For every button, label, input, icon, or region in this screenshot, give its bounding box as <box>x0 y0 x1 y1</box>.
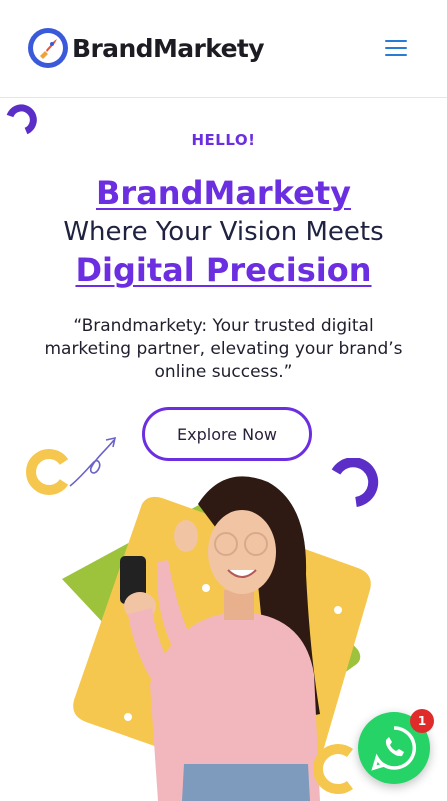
hero-title-line2: Where Your Vision Meets <box>63 217 384 247</box>
brand-logo[interactable]: BrandMarkety <box>27 27 265 69</box>
yellow-arc-decoration-bottom <box>313 744 353 794</box>
hero-title-brand-link[interactable]: BrandMarkety <box>0 174 447 212</box>
explore-now-button[interactable]: Explore Now <box>142 407 312 461</box>
hero-eyebrow: HELLO! <box>191 131 256 149</box>
purple-arc-decoration-left <box>6 104 37 134</box>
hamburger-icon[interactable] <box>385 40 407 58</box>
hero-title-precision-link[interactable]: Digital Precision <box>0 251 447 289</box>
rocket-icon <box>27 27 69 69</box>
brand-name: BrandMarkety <box>72 33 265 63</box>
site-header: BrandMarkety <box>0 0 447 98</box>
notification-badge: 1 <box>410 709 434 733</box>
hero-quote: “Brandmarkety: Your trusted digital mark… <box>44 316 403 382</box>
